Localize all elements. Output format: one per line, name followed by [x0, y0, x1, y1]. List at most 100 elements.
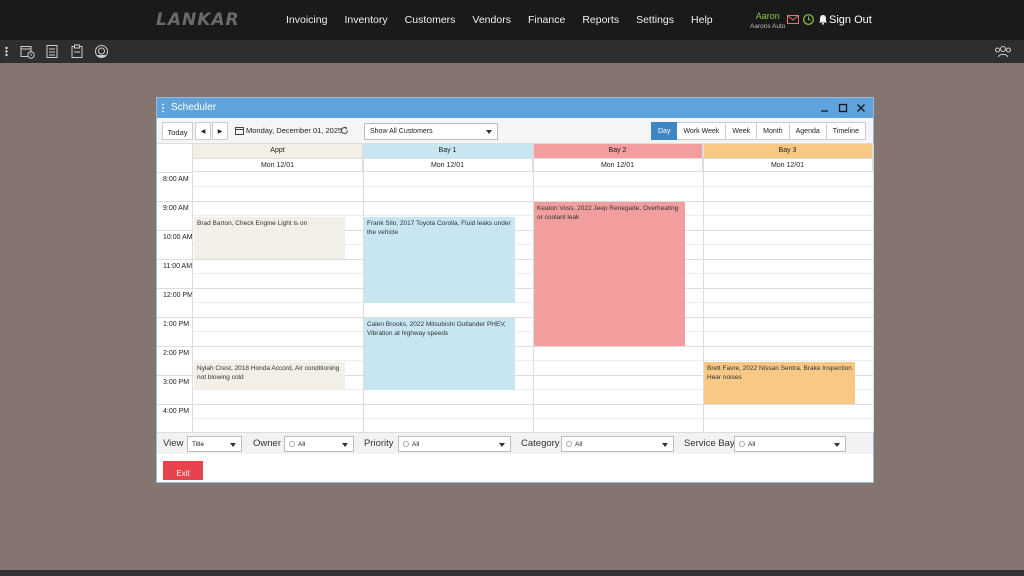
customer-filter-value: Show All Customers: [370, 128, 433, 135]
scheduler-toolbar: Today ◀ ▶ Monday, December 01, 2025 Show…: [157, 118, 873, 144]
time-label: 8:00 AM: [163, 176, 189, 183]
radio-icon: [739, 441, 745, 447]
nav-invoicing[interactable]: Invoicing: [286, 14, 327, 26]
owner-filter-select[interactable]: All: [284, 436, 354, 452]
clipboard-icon[interactable]: [70, 44, 85, 59]
scheduler-window: Scheduler Today ◀ ▶ Monday, December 01,…: [156, 97, 874, 483]
category-filter-select[interactable]: All: [561, 436, 674, 452]
view-filter-label: View: [163, 438, 184, 449]
view-filter-select[interactable]: Title: [187, 436, 242, 452]
grid-line: [192, 144, 193, 432]
service-bay-filter-select[interactable]: All: [734, 436, 846, 452]
day-header: Mon 12/01: [703, 158, 873, 172]
maximize-icon[interactable]: [836, 101, 850, 115]
main-nav: Invoicing Inventory Customers Vendors Fi…: [286, 14, 730, 26]
top-icons: [787, 14, 828, 25]
view-day[interactable]: Day: [651, 122, 678, 140]
category-filter-value: All: [575, 441, 583, 448]
prev-button[interactable]: ◀: [195, 122, 211, 140]
time-label: 1:00 PM: [163, 321, 190, 328]
users-group-icon[interactable]: [994, 44, 1012, 59]
appointment-event[interactable]: Brad Barton, Check Engine Light is on: [194, 216, 345, 259]
priority-filter-label: Priority: [364, 438, 394, 449]
bottom-strip: [0, 570, 1024, 576]
grid-line: [873, 144, 874, 432]
appointment-event[interactable]: Frank Silo, 2017 Toyota Corolla, Fluid l…: [364, 216, 515, 303]
calendar-clock-icon[interactable]: [20, 44, 35, 59]
time-label: 9:00 AM: [163, 205, 189, 212]
chevron-down-icon: [230, 443, 236, 447]
radio-icon: [566, 441, 572, 447]
time-label: 3:00 PM: [163, 379, 190, 386]
drag-handle-icon[interactable]: [162, 103, 164, 113]
next-button[interactable]: ▶: [212, 122, 228, 140]
view-work-week[interactable]: Work Week: [677, 122, 727, 140]
calendar-icon[interactable]: [235, 126, 244, 135]
appointment-event[interactable]: Keaton Voss, 2022 Jeep Renegade, Overhea…: [534, 202, 685, 346]
nav-vendors[interactable]: Vendors: [472, 14, 511, 26]
mail-icon[interactable]: [787, 15, 799, 24]
view-agenda[interactable]: Agenda: [789, 122, 827, 140]
gauge-icon[interactable]: [94, 44, 109, 59]
view-timeline[interactable]: Timeline: [826, 122, 866, 140]
filter-bar: View Title Owner All Priority All Catego…: [157, 432, 873, 454]
checklist-icon[interactable]: [45, 44, 60, 59]
today-button[interactable]: Today: [162, 122, 193, 140]
grid-line: [157, 201, 193, 202]
appointment-event[interactable]: Nylah Crest, 2018 Honda Accord, Air cond…: [194, 361, 345, 390]
window-title-bar[interactable]: Scheduler: [157, 98, 873, 118]
grid-line: [157, 172, 193, 173]
sign-out-link[interactable]: Sign Out: [829, 14, 872, 26]
time-label: 11:00 AM: [163, 263, 193, 270]
appointment-event[interactable]: Brett Favre, 2022 Nissan Sentra, Brake I…: [704, 361, 855, 404]
nav-finance[interactable]: Finance: [528, 14, 565, 26]
view-week[interactable]: Week: [726, 122, 758, 140]
menu-dots-icon[interactable]: [4, 44, 9, 59]
chevron-down-icon: [342, 443, 348, 447]
nav-settings[interactable]: Settings: [636, 14, 674, 26]
chevron-down-icon: [486, 130, 492, 134]
top-nav-bar: LANKAR Invoicing Inventory Customers Ven…: [0, 0, 1024, 40]
exit-button[interactable]: Exit: [163, 461, 203, 480]
refresh-icon[interactable]: [340, 126, 349, 135]
nav-inventory[interactable]: Inventory: [344, 14, 387, 26]
bell-icon[interactable]: [818, 14, 828, 25]
view-month[interactable]: Month: [757, 122, 790, 140]
radio-icon: [403, 441, 409, 447]
nav-help[interactable]: Help: [691, 14, 713, 26]
priority-filter-select[interactable]: All: [398, 436, 511, 452]
customer-filter-select[interactable]: Show All Customers: [364, 123, 498, 140]
current-date[interactable]: Monday, December 01, 2025: [246, 126, 342, 135]
resource-header-bay-2: Bay 2: [533, 144, 703, 158]
close-icon[interactable]: [854, 101, 868, 115]
resource-header-appt: Appt: [193, 144, 363, 158]
time-label: 2:00 PM: [163, 350, 190, 357]
day-header: Mon 12/01: [363, 158, 533, 172]
user-org: Aarons Auto: [750, 23, 786, 30]
schedule-grid[interactable]: Appt Mon 12/01 Bay 1 Mon 12/01 Bay 2 Mon 12/0…: [157, 144, 874, 434]
resource-header-bay-3: Bay 3: [703, 144, 873, 158]
day-header: Mon 12/01: [193, 158, 363, 172]
view-filter-value: Title: [192, 441, 205, 448]
service-bay-filter-label: Service Bay: [684, 438, 735, 449]
nav-customers[interactable]: Customers: [405, 14, 456, 26]
time-label: 10:00 AM: [163, 234, 193, 241]
resource-header-bay-1: Bay 1: [363, 144, 533, 158]
owner-filter-label: Owner: [253, 438, 281, 449]
priority-filter-value: All: [412, 441, 420, 448]
appointment-event[interactable]: Calen Brooks, 2022 Mitsubishi Outlander …: [364, 318, 515, 390]
day-header: Mon 12/01: [533, 158, 703, 172]
clock-icon[interactable]: [803, 14, 814, 25]
chevron-down-icon: [499, 443, 505, 447]
service-bay-filter-value: All: [748, 441, 756, 448]
grid-line: [157, 230, 193, 231]
chevron-down-icon: [662, 443, 668, 447]
grid-line: [157, 346, 193, 347]
minimize-icon[interactable]: [818, 101, 832, 115]
app-logo[interactable]: LANKAR: [156, 10, 240, 30]
nav-reports[interactable]: Reports: [582, 14, 619, 26]
user-info: Aaron Aarons Auto: [750, 11, 785, 30]
view-switcher: Day Work Week Week Month Agenda Timeline: [651, 122, 866, 140]
grid-line: [157, 288, 193, 289]
grid-line: [157, 404, 193, 405]
